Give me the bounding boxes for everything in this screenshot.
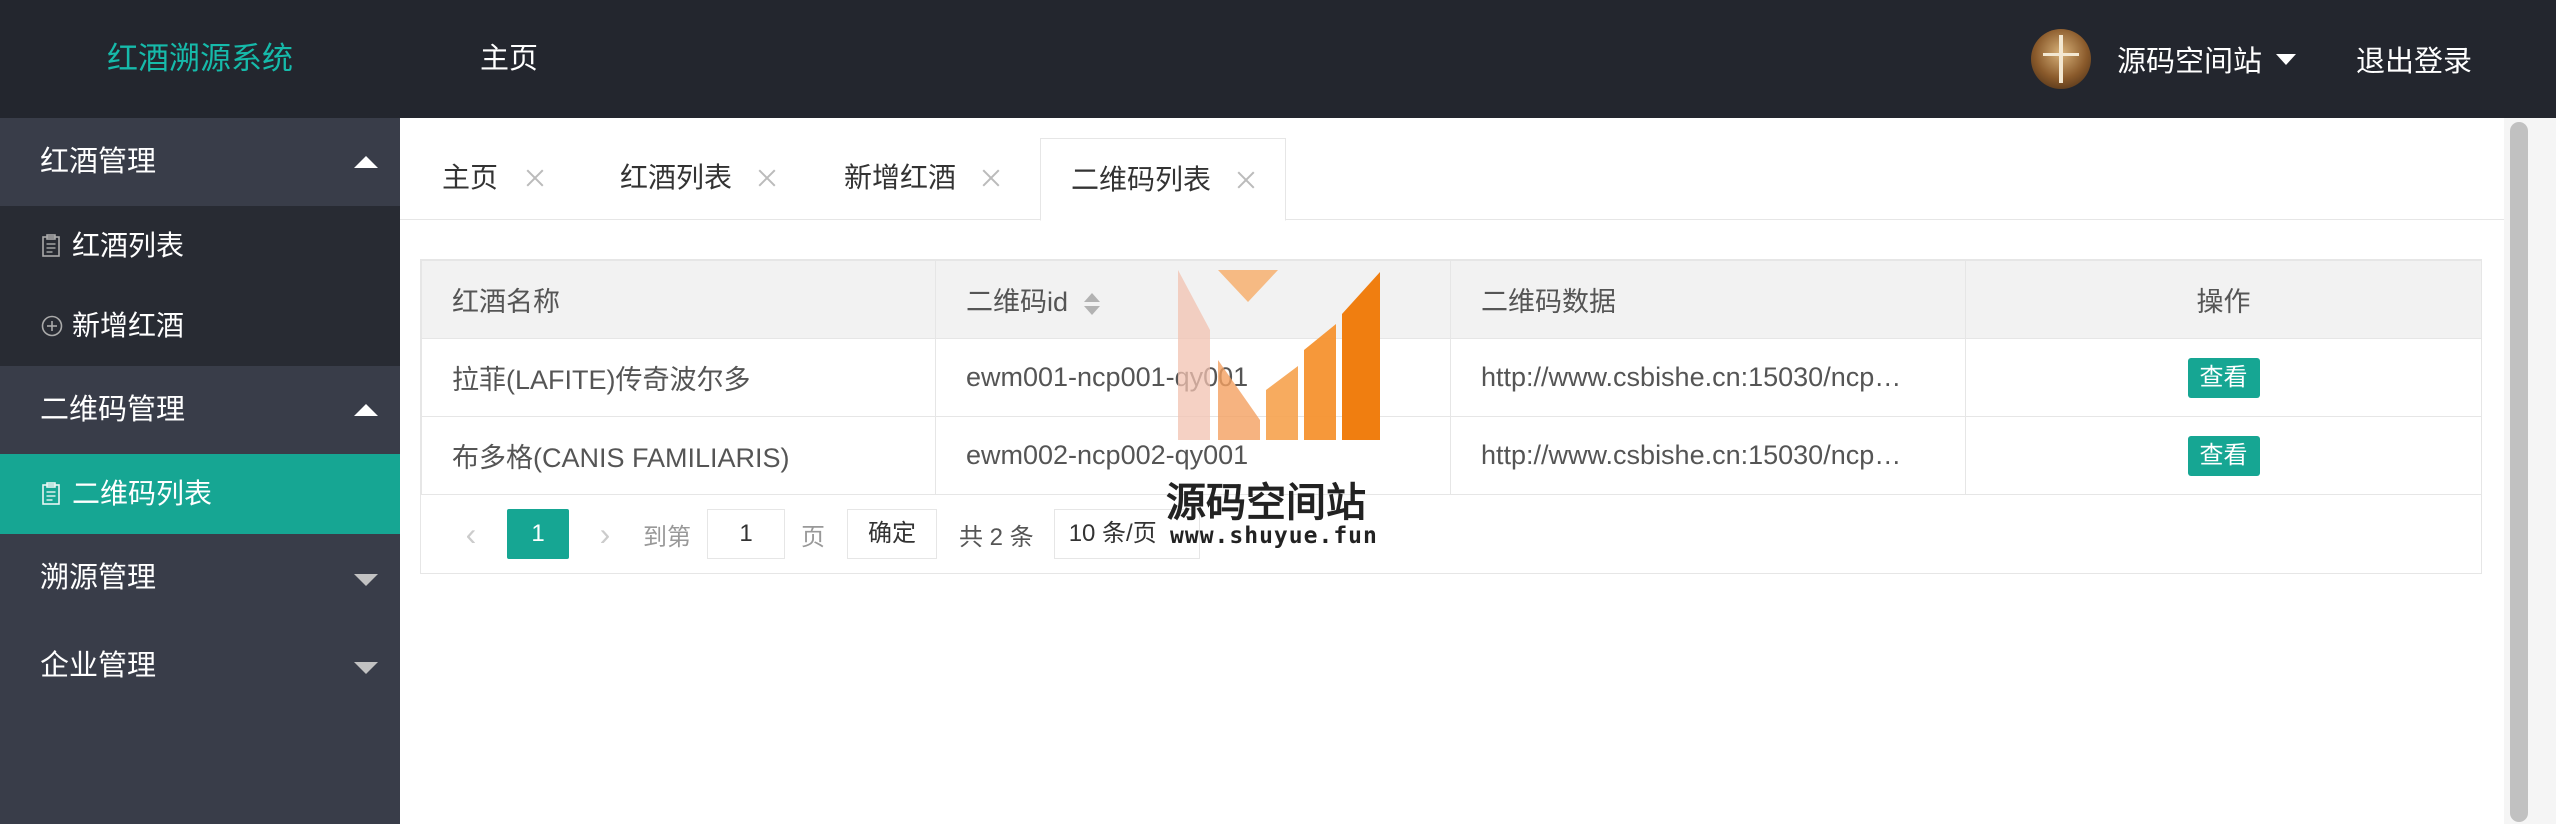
logout-link[interactable]: 退出登录 — [2356, 38, 2472, 80]
chevron-down-icon — [354, 662, 378, 674]
sort-icon[interactable] — [1084, 291, 1101, 317]
view-button[interactable]: 查看 — [2187, 435, 2260, 476]
submenu-wine: 红酒列表 新增红酒 — [0, 206, 400, 366]
table-row: 布多格(CANIS FAMILIARIS) ewm002-ncp002-qy00… — [421, 416, 2482, 495]
sidebar-group-wine[interactable]: 红酒管理 — [0, 118, 400, 206]
chevron-down-icon — [354, 574, 378, 586]
goto-suffix: 页 — [801, 523, 825, 551]
top-header: 红酒溯源系统 主页 源码空间站 退出登录 — [0, 0, 2556, 118]
cell-qr-data: http://www.csbishe.cn:15030/ncp… — [1450, 416, 1966, 495]
tab-qrcode-list[interactable]: 二维码列表 — [1040, 138, 1287, 221]
app-logo[interactable]: 红酒溯源系统 — [0, 0, 400, 118]
page-size-value: 10 条/页 — [1068, 520, 1157, 547]
scrollbar-thumb[interactable] — [2510, 122, 2528, 822]
clipboard-icon — [40, 482, 64, 506]
qrcode-table: 红酒名称 二维码id 二维码数据 操作 拉菲(LAFITE)传奇波尔多 ewm0… — [420, 259, 2482, 574]
sidebar-group-label: 溯源管理 — [40, 562, 157, 594]
column-header-name: 红酒名称 — [421, 260, 936, 339]
chevron-up-icon — [354, 156, 378, 168]
close-icon[interactable] — [1235, 169, 1257, 191]
main-content: 主页 红酒列表 新增红酒 二维码列表 红酒名称 二维码id 二维码数据 操作 拉… — [400, 118, 2504, 824]
table-row: 拉菲(LAFITE)传奇波尔多 ewm001-ncp001-qy001 http… — [421, 338, 2482, 417]
sidebar-item-add-wine[interactable]: 新增红酒 — [0, 286, 400, 366]
close-icon[interactable] — [524, 167, 546, 189]
chevron-left-icon[interactable]: ‹ — [449, 516, 493, 553]
user-area: 源码空间站 退出登录 — [2030, 0, 2472, 118]
user-menu[interactable]: 源码空间站 — [2117, 38, 2296, 80]
tab-label: 红酒列表 — [620, 162, 733, 193]
tab-wine-list[interactable]: 红酒列表 — [620, 138, 778, 218]
cell-action: 查看 — [1965, 416, 2482, 495]
pagination: ‹ 1 › 到第 页 确定 共 2 条 10 条/页 — [421, 495, 2481, 573]
sidebar-group-label: 红酒管理 — [40, 146, 157, 178]
column-header-label: 二维码id — [966, 287, 1069, 317]
close-icon[interactable] — [756, 167, 778, 189]
goto-prefix: 到第 — [643, 523, 691, 551]
confirm-button[interactable]: 确定 — [847, 509, 937, 559]
column-header-qr-id[interactable]: 二维码id — [935, 260, 1451, 339]
tab-home[interactable]: 主页 — [442, 138, 546, 218]
cell-name: 布多格(CANIS FAMILIARIS) — [421, 416, 936, 495]
cell-action: 查看 — [1965, 338, 2482, 417]
sidebar-item-qrcode-list[interactable]: 二维码列表 — [0, 454, 400, 534]
sidebar-item-label: 新增红酒 — [72, 310, 185, 341]
user-name: 源码空间站 — [2116, 46, 2262, 78]
tab-add-wine[interactable]: 新增红酒 — [844, 138, 1002, 218]
sidebar-group-qrcode[interactable]: 二维码管理 — [0, 366, 400, 454]
tab-bar: 主页 红酒列表 新增红酒 二维码列表 — [400, 118, 2504, 221]
chevron-right-icon[interactable]: › — [583, 516, 627, 553]
column-header-qr-data: 二维码数据 — [1450, 260, 1966, 339]
sidebar-group-company[interactable]: 企业管理 — [0, 622, 400, 710]
scrollbar[interactable] — [2504, 118, 2556, 824]
watermark-text: 源码空间站 — [1166, 480, 1366, 526]
sidebar-item-wine-list[interactable]: 红酒列表 — [0, 206, 400, 286]
tab-label: 新增红酒 — [844, 162, 957, 193]
watermark-url: www.shuyue.fun — [1170, 523, 1378, 549]
table-header-row: 红酒名称 二维码id 二维码数据 操作 — [421, 260, 2482, 339]
sidebar: 红酒管理 红酒列表 新增红酒 二维码管理 二维码列表 溯源管理 企业管理 — [0, 118, 400, 824]
tab-label: 主页 — [442, 162, 499, 193]
column-header-action: 操作 — [1965, 260, 2482, 339]
avatar[interactable] — [2030, 29, 2091, 89]
nav-home-link[interactable]: 主页 — [480, 0, 538, 118]
sidebar-group-label: 企业管理 — [40, 650, 157, 682]
clipboard-icon — [40, 234, 64, 258]
cell-qr-id: ewm001-ncp001-qy001 — [935, 338, 1451, 417]
total-count: 共 2 条 — [959, 523, 1034, 551]
submenu-qrcode: 二维码列表 — [0, 454, 400, 534]
chevron-down-icon — [2275, 53, 2296, 65]
current-page[interactable]: 1 — [507, 509, 569, 559]
tab-label: 二维码列表 — [1071, 163, 1212, 195]
sidebar-item-label: 红酒列表 — [72, 230, 185, 261]
close-icon[interactable] — [980, 167, 1002, 189]
sidebar-item-label: 二维码列表 — [72, 478, 213, 509]
view-button[interactable]: 查看 — [2187, 357, 2260, 398]
plus-circle-icon — [40, 314, 64, 338]
chevron-up-icon — [354, 404, 378, 416]
sidebar-group-trace[interactable]: 溯源管理 — [0, 534, 400, 622]
goto-page-input[interactable] — [707, 509, 785, 559]
cell-name: 拉菲(LAFITE)传奇波尔多 — [421, 338, 936, 417]
sidebar-group-label: 二维码管理 — [40, 394, 186, 426]
cell-qr-data: http://www.csbishe.cn:15030/ncp… — [1450, 338, 1966, 417]
